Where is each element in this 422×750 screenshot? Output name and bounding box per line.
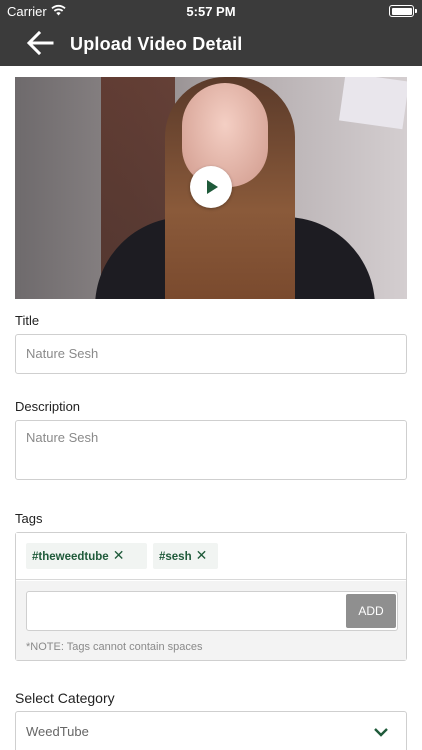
- status-bar: Carrier 5:57 PM: [0, 0, 422, 22]
- description-input-value: Nature Sesh: [26, 430, 99, 445]
- tag-entry-area: ADD *NOTE: Tags cannot contain spaces: [16, 581, 406, 660]
- tag-chip: #sesh ✕: [153, 543, 218, 569]
- battery-icon: [389, 5, 417, 17]
- navigation-bar: Carrier 5:57 PM Upload Video Detail: [0, 0, 422, 66]
- title-label: Title: [15, 313, 40, 328]
- close-icon[interactable]: ✕: [113, 548, 125, 562]
- close-icon[interactable]: ✕: [196, 548, 208, 562]
- tag-input[interactable]: [26, 591, 398, 631]
- chevron-down-icon: [374, 728, 388, 737]
- video-preview[interactable]: [15, 77, 407, 299]
- tag-chip-label: #theweedtube: [32, 551, 109, 563]
- play-icon[interactable]: [190, 166, 232, 208]
- tags-list: #theweedtube ✕ #sesh ✕: [16, 533, 406, 580]
- description-input[interactable]: Nature Sesh: [15, 420, 407, 480]
- tags-note: *NOTE: Tags cannot contain spaces: [26, 641, 203, 653]
- category-select-value: WeedTube: [26, 724, 89, 739]
- category-label: Select Category: [15, 690, 115, 706]
- video-scene-poster: [338, 77, 407, 130]
- category-select[interactable]: WeedTube: [15, 711, 407, 750]
- page-title: Upload Video Detail: [70, 34, 243, 54]
- description-label: Description: [15, 399, 81, 414]
- tags-container: #theweedtube ✕ #sesh ✕ ADD *NOTE: Tags can…: [15, 532, 407, 661]
- tag-chip: #theweedtube ✕: [26, 543, 147, 569]
- status-time: 5:57 PM: [186, 4, 236, 19]
- back-arrow-icon[interactable]: [26, 30, 54, 56]
- title-input-value: Nature Sesh: [26, 346, 99, 361]
- add-tag-button[interactable]: ADD: [346, 594, 396, 628]
- title-input[interactable]: Nature Sesh: [15, 334, 407, 374]
- tag-chip-label: #sesh: [159, 551, 192, 563]
- tags-label: Tags: [15, 511, 43, 526]
